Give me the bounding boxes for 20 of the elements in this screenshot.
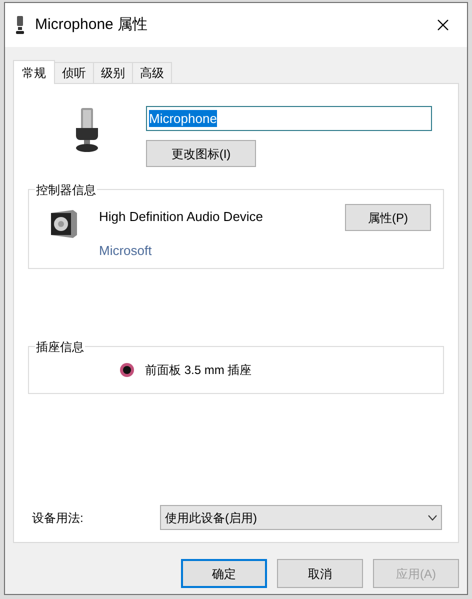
speaker-icon: [51, 210, 77, 238]
close-icon: [437, 19, 449, 31]
microphone-icon: [15, 16, 25, 34]
name-field[interactable]: Microphone: [146, 106, 432, 131]
change-icon-button[interactable]: 更改图标(I): [146, 140, 256, 167]
vendor-name: Microsoft: [99, 242, 153, 260]
dialog-button[interactable]: 取消: [277, 559, 363, 588]
dialog-button[interactable]: 确定: [181, 559, 267, 588]
properties-button[interactable]: 属性(P): [345, 204, 431, 231]
chevron-down-icon: [428, 514, 437, 520]
group-title: 插座信息: [35, 338, 85, 356]
usage-dropdown[interactable]: 使用此设备(启用): [160, 505, 442, 530]
device-name: High Definition Audio Device: [99, 208, 264, 226]
tab[interactable]: 常规: [13, 60, 55, 84]
window-title: Microphone 属性: [35, 14, 148, 35]
tab[interactable]: 高级: [132, 62, 172, 83]
jack-label: 前面板 3.5 mm 插座: [145, 362, 252, 379]
microphone-icon: [74, 108, 100, 152]
usage-label: 设备用法:: [31, 510, 84, 526]
group-title: 控制器信息: [35, 181, 97, 199]
